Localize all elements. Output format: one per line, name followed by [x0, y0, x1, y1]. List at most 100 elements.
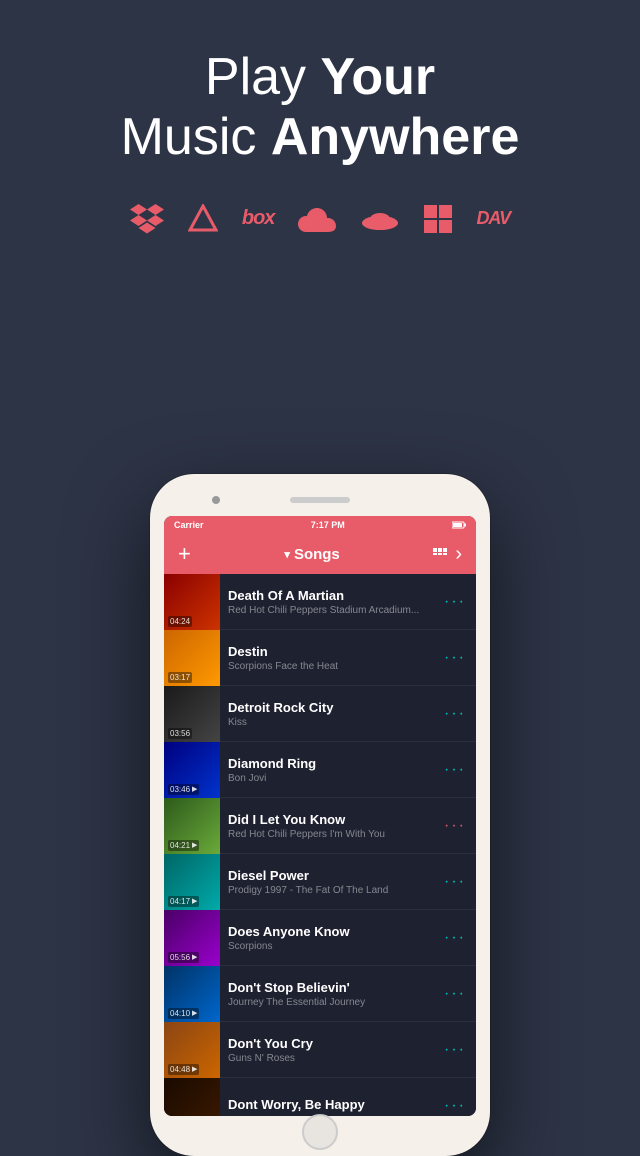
- song-item[interactable]: 04:10 ▶ Don't Stop Believin' Journey The…: [164, 966, 476, 1022]
- song-item[interactable]: 03:17 Destin Scorpions Face the Heat ···: [164, 630, 476, 686]
- song-artist: Kiss: [228, 717, 436, 728]
- song-artist: Red Hot Chili Peppers I'm With You: [228, 829, 436, 840]
- song-thumb: 04:21 ▶: [164, 798, 220, 854]
- song-duration: 03:17: [168, 672, 192, 683]
- song-thumb: 03:56: [164, 686, 220, 742]
- phone-bottom: [164, 1122, 476, 1142]
- song-duration: 04:21 ▶: [168, 840, 199, 851]
- time-label: 7:17 PM: [311, 520, 345, 530]
- home-button[interactable]: [302, 1114, 338, 1150]
- song-title: Detroit Rock City: [228, 700, 436, 715]
- song-thumb: 03:22 ▶: [164, 1078, 220, 1117]
- song-artist: Scorpions Face the Heat: [228, 661, 436, 672]
- song-more-button[interactable]: ···: [444, 1041, 466, 1059]
- song-more-button[interactable]: ···: [444, 817, 466, 835]
- song-title: Don't Stop Believin': [228, 980, 436, 995]
- song-more-button[interactable]: ···: [444, 873, 466, 891]
- service-icons-row: box DAV: [0, 204, 640, 234]
- song-duration: 05:56 ▶: [168, 952, 199, 963]
- ufo-drive-icon[interactable]: [360, 207, 400, 231]
- song-item[interactable]: 03:22 ▶ Dont Worry, Be Happy ···: [164, 1078, 476, 1116]
- song-duration: 04:48 ▶: [168, 1064, 199, 1075]
- hero-line2: Music Anywhere: [0, 108, 640, 168]
- song-artist: Scorpions: [228, 941, 436, 952]
- status-bar: Carrier 7:17 PM: [164, 516, 476, 534]
- song-duration: 03:56: [168, 728, 192, 739]
- hero-section: Play Your Music Anywhere: [0, 0, 640, 168]
- google-drive-icon[interactable]: [188, 204, 218, 234]
- song-thumb: 03:17: [164, 630, 220, 686]
- song-thumb-bg: 03:17: [164, 630, 220, 686]
- phone-camera: [212, 496, 220, 504]
- song-info: Death Of A Martian Red Hot Chili Peppers…: [220, 588, 444, 616]
- song-duration: 04:24: [168, 616, 192, 627]
- song-item[interactable]: 03:46 ▶ Diamond Ring Bon Jovi ···: [164, 742, 476, 798]
- song-thumb-bg: 03:46 ▶: [164, 742, 220, 798]
- nav-title: ▾ Songs: [284, 546, 339, 563]
- dropbox-icon[interactable]: [130, 204, 164, 234]
- song-artist: Guns N' Roses: [228, 1053, 436, 1064]
- song-more-button[interactable]: ···: [444, 1097, 466, 1115]
- windows-icon[interactable]: [424, 205, 452, 233]
- phone-body: Carrier 7:17 PM + ▾ Songs ›: [150, 474, 490, 1156]
- song-more-button[interactable]: ···: [444, 705, 466, 723]
- song-info: Diamond Ring Bon Jovi: [220, 756, 444, 784]
- song-duration: 04:10 ▶: [168, 1008, 199, 1019]
- song-title: Did I Let You Know: [228, 812, 436, 827]
- song-thumb: 04:17 ▶: [164, 854, 220, 910]
- dav-icon[interactable]: DAV: [476, 208, 510, 229]
- song-item[interactable]: 04:48 ▶ Don't You Cry Guns N' Roses ···: [164, 1022, 476, 1078]
- nav-title-label: Songs: [294, 546, 340, 563]
- phone-speaker: [290, 497, 350, 503]
- song-thumb-bg: 03:56: [164, 686, 220, 742]
- song-item[interactable]: 03:56 Detroit Rock City Kiss ···: [164, 686, 476, 742]
- song-more-button[interactable]: ···: [444, 649, 466, 667]
- song-thumb-bg: 04:24: [164, 574, 220, 630]
- song-thumb-bg: 04:21 ▶: [164, 798, 220, 854]
- song-thumb-bg: 04:10 ▶: [164, 966, 220, 1022]
- hero-line1: Play Your: [0, 48, 640, 108]
- song-artist: Prodigy 1997 - The Fat Of The Land: [228, 885, 436, 896]
- song-title: Diesel Power: [228, 868, 436, 883]
- nav-bar: + ▾ Songs ›: [164, 534, 476, 574]
- song-title: Does Anyone Know: [228, 924, 436, 939]
- song-thumb: 04:48 ▶: [164, 1022, 220, 1078]
- song-info: Diesel Power Prodigy 1997 - The Fat Of T…: [220, 868, 444, 896]
- song-list: 04:24 Death Of A Martian Red Hot Chili P…: [164, 574, 476, 1116]
- carrier-label: Carrier: [174, 520, 204, 530]
- song-more-button[interactable]: ···: [444, 929, 466, 947]
- phone-top: [164, 488, 476, 512]
- song-duration: 04:17 ▶: [168, 896, 199, 907]
- song-title: Death Of A Martian: [228, 588, 436, 603]
- song-thumb: 05:56 ▶: [164, 910, 220, 966]
- add-button[interactable]: +: [178, 543, 191, 565]
- song-info: Don't You Cry Guns N' Roses: [220, 1036, 444, 1064]
- song-item[interactable]: 04:21 ▶ Did I Let You Know Red Hot Chili…: [164, 798, 476, 854]
- hero-line1-bold: Your: [321, 48, 436, 106]
- song-artist: Journey The Essential Journey: [228, 997, 436, 1008]
- song-item[interactable]: 04:24 Death Of A Martian Red Hot Chili P…: [164, 574, 476, 630]
- song-info: Destin Scorpions Face the Heat: [220, 644, 444, 672]
- song-info: Detroit Rock City Kiss: [220, 700, 444, 728]
- song-more-button[interactable]: ···: [444, 985, 466, 1003]
- song-more-button[interactable]: ···: [444, 593, 466, 611]
- bars-icon[interactable]: [433, 548, 449, 560]
- song-more-button[interactable]: ···: [444, 761, 466, 779]
- song-item[interactable]: 04:17 ▶ Diesel Power Prodigy 1997 - The …: [164, 854, 476, 910]
- cloud-icon[interactable]: [298, 206, 336, 232]
- song-info: Don't Stop Believin' Journey The Essenti…: [220, 980, 444, 1008]
- song-thumb-bg: 04:48 ▶: [164, 1022, 220, 1078]
- hero-line2-bold: Anywhere: [271, 108, 520, 166]
- song-thumb: 04:10 ▶: [164, 966, 220, 1022]
- nav-right-controls: ›: [433, 544, 462, 564]
- nav-forward-button[interactable]: ›: [455, 544, 462, 564]
- phone-mockup: Carrier 7:17 PM + ▾ Songs ›: [150, 474, 490, 1156]
- box-icon[interactable]: box: [242, 207, 275, 230]
- song-item[interactable]: 05:56 ▶ Does Anyone Know Scorpions ···: [164, 910, 476, 966]
- song-thumb: 03:46 ▶: [164, 742, 220, 798]
- nav-chevron[interactable]: ▾: [284, 548, 290, 561]
- song-duration: 03:46 ▶: [168, 784, 199, 795]
- song-info: Dont Worry, Be Happy: [220, 1097, 444, 1114]
- song-artist: Red Hot Chili Peppers Stadium Arcadium..…: [228, 605, 436, 616]
- hero-line1-normal: Play: [205, 48, 321, 106]
